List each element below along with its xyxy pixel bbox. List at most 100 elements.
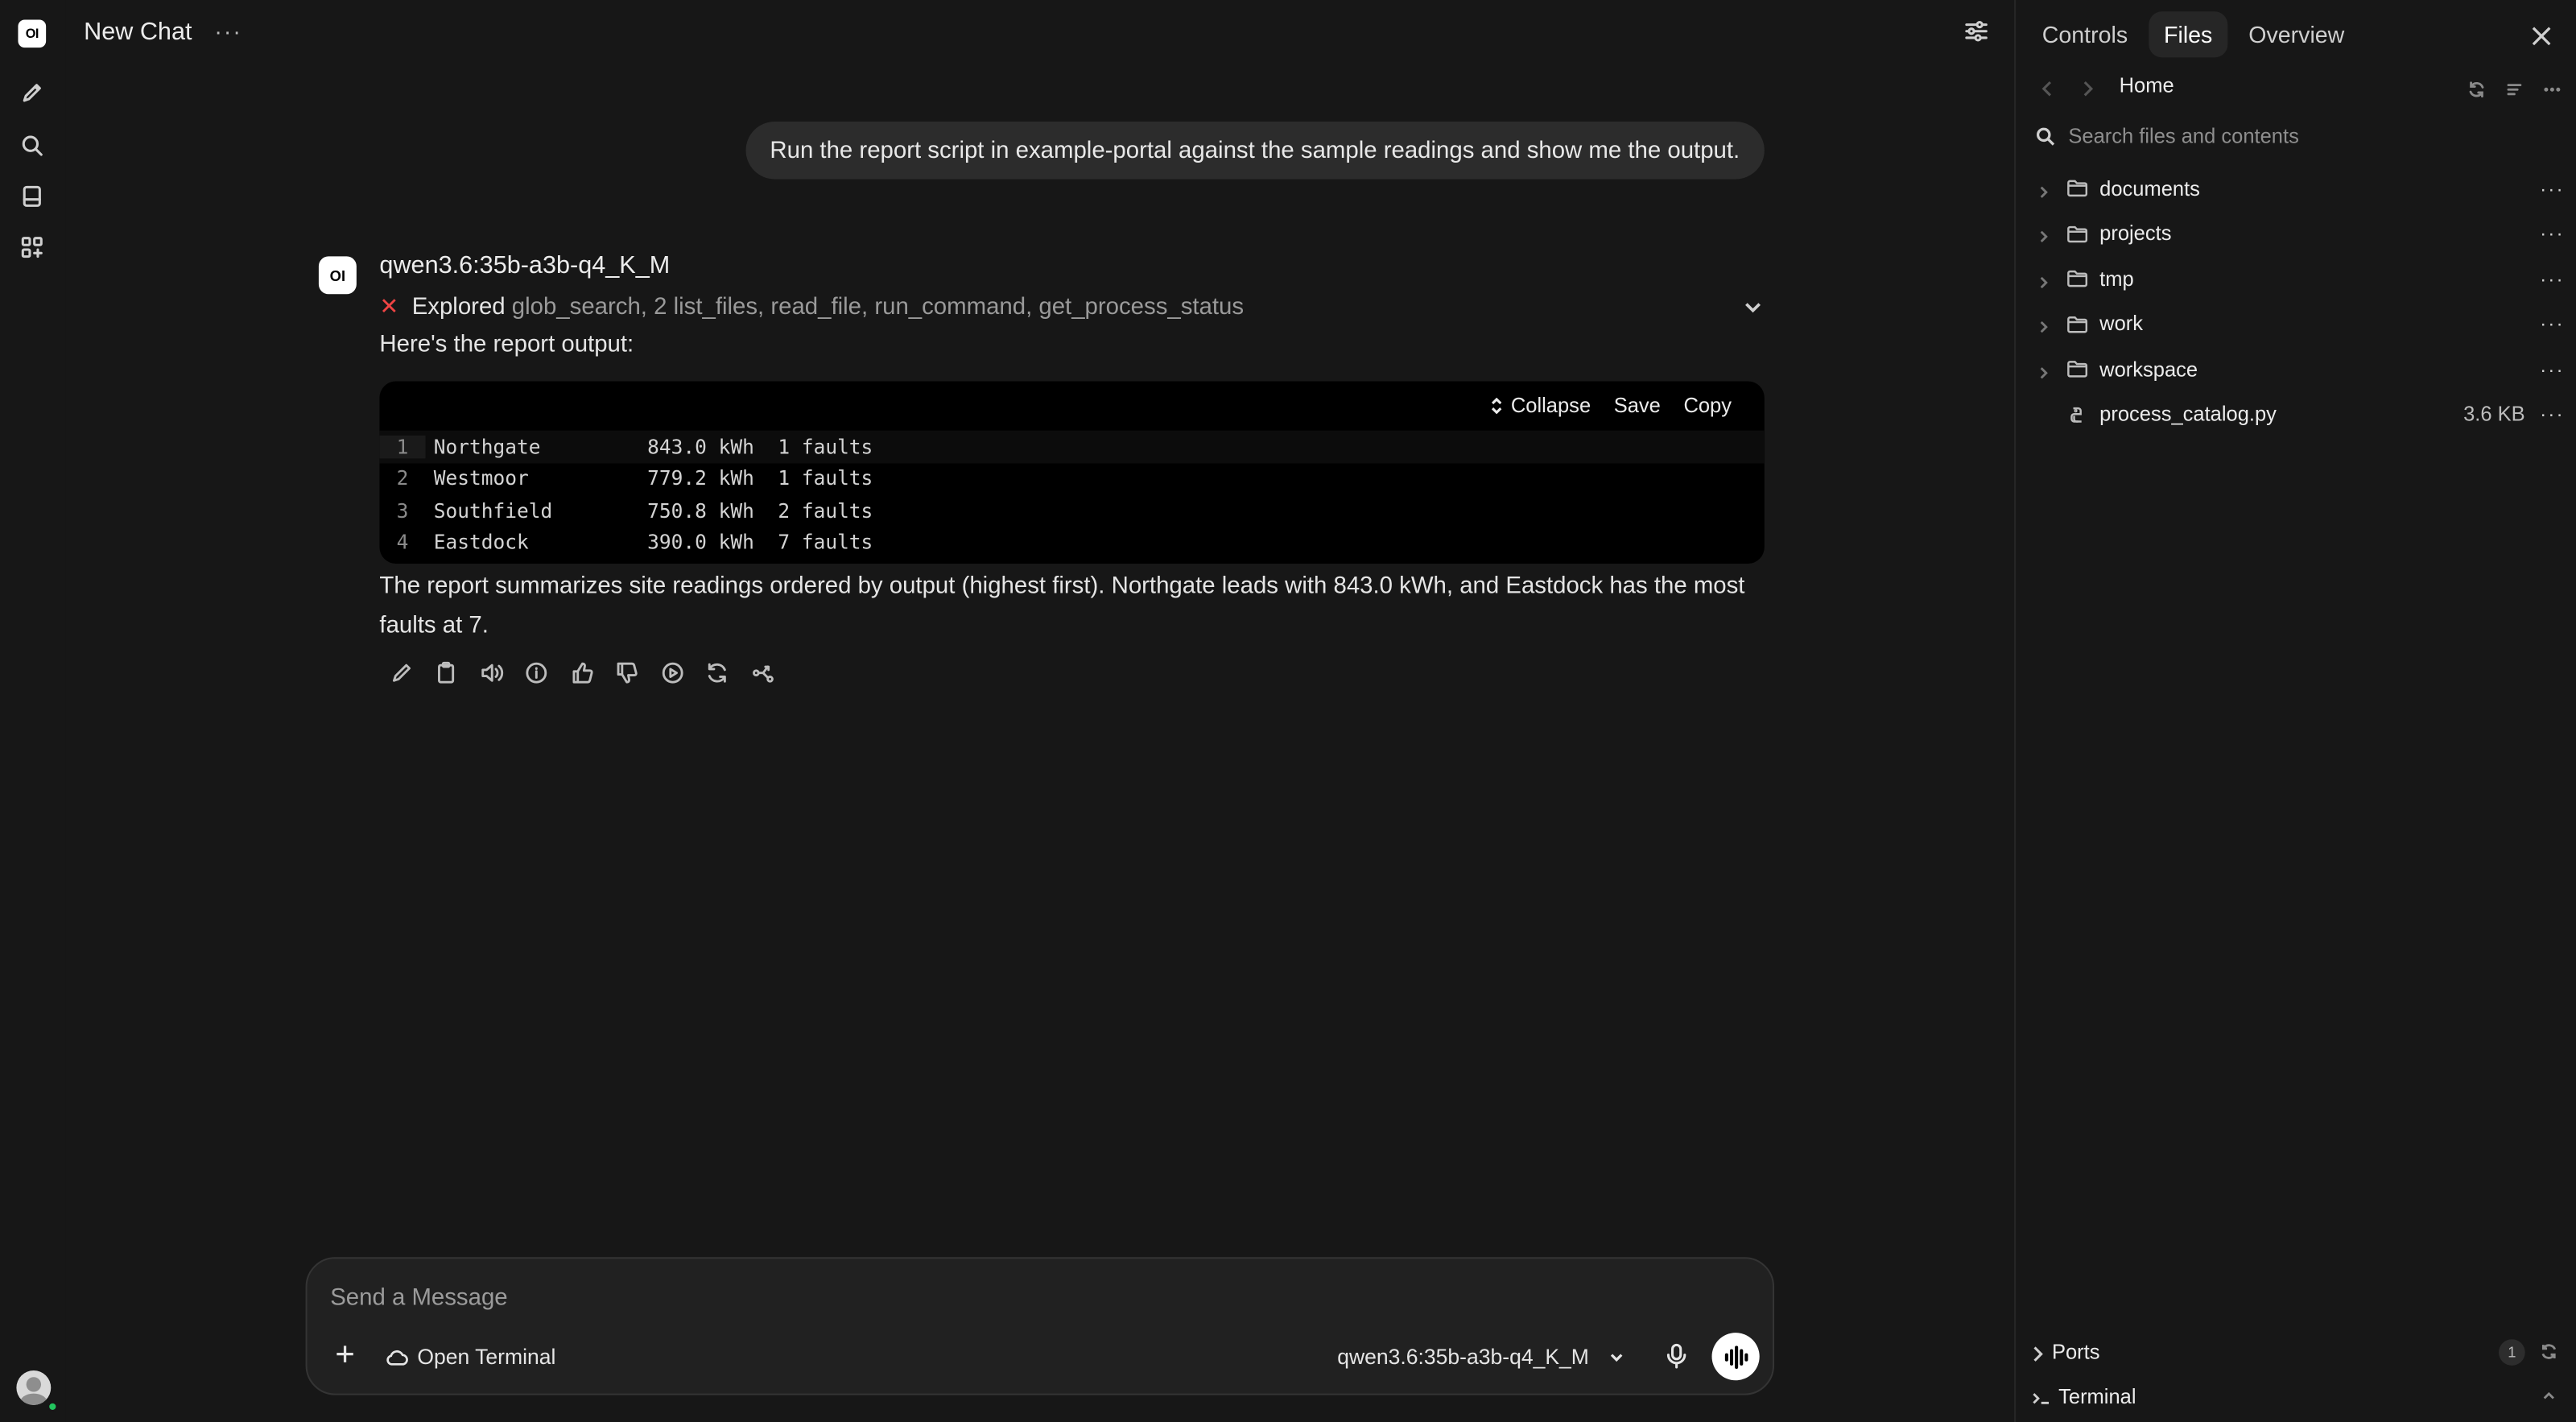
info-icon[interactable] [523, 659, 550, 685]
code-output-block: Collapse Save Copy 1 Northgate 843.0 kWh … [379, 381, 1765, 564]
chevron-down-icon [1611, 1353, 1623, 1362]
message-composer: Send a Message Open Terminal qwen3.6:35b… [305, 1257, 1775, 1395]
user-message: Run the report script in example-portal … [745, 122, 1765, 180]
open-terminal-label: Open Terminal [417, 1344, 556, 1369]
close-icon[interactable] [2532, 25, 2555, 48]
file-item[interactable]: process_catalog.py 3.6 KB ··· [2016, 392, 2576, 437]
message-actions [388, 659, 776, 685]
code-text: Northgate 843.0 kWh 1 faults [433, 435, 873, 458]
chevron-down-icon[interactable] [1741, 296, 1768, 322]
ellipsis-icon[interactable]: ··· [2540, 222, 2565, 246]
file-search-input[interactable]: Search files and contents [2036, 125, 2299, 148]
ports-count-badge: 1 [2499, 1339, 2525, 1366]
workspace-icon[interactable] [18, 234, 46, 262]
folder-item[interactable]: tmp ··· [2016, 256, 2576, 301]
cloud-icon [386, 1349, 408, 1365]
panel-tabs: Controls Files Overview [2027, 11, 2359, 58]
explored-label: Explored [411, 293, 506, 320]
waveform-icon [1724, 1345, 1748, 1368]
search-icon [2036, 127, 2055, 146]
chevron-up-icon[interactable] [2540, 1387, 2559, 1406]
chat-title[interactable]: New Chat [84, 18, 192, 46]
chevron-right-icon[interactable] [2039, 361, 2052, 378]
model-selector[interactable]: qwen3.6:35b-a3b-q4_K_M [1337, 1344, 1625, 1369]
save-button[interactable]: Save [1614, 395, 1661, 418]
folder-item[interactable]: projects ··· [2016, 211, 2576, 256]
chevron-right-icon[interactable] [2039, 180, 2052, 198]
chevron-right-icon[interactable] [2039, 316, 2052, 333]
tab-controls[interactable]: Controls [2027, 11, 2142, 57]
folder-icon [2066, 225, 2088, 242]
message-input[interactable]: Send a Message [330, 1285, 507, 1312]
thumbs-up-icon[interactable] [568, 659, 595, 685]
new-chat-icon[interactable] [18, 79, 46, 107]
line-number: 1 [379, 435, 426, 458]
folder-item[interactable]: work ··· [2016, 301, 2576, 346]
file-tree: documents ··· projects ··· tmp ··· work ··· work… [2016, 166, 2576, 437]
failed-icon: ✕ [379, 292, 399, 319]
sort-icon[interactable] [2505, 77, 2524, 97]
code-line: 3 Southfield 750.8 kWh 2 faults [379, 494, 1764, 527]
terminal-section[interactable]: Terminal [2016, 1379, 2576, 1418]
folder-icon [2066, 360, 2088, 378]
file-search-placeholder: Search files and contents [2068, 125, 2299, 148]
left-rail: OI [0, 0, 66, 1422]
ports-label: Ports [2051, 1341, 2100, 1364]
more-icon[interactable] [2543, 77, 2562, 97]
code-text: Eastdock 390.0 kWh 7 faults [433, 531, 873, 555]
user-avatar[interactable] [16, 1370, 52, 1405]
back-icon[interactable] [2041, 76, 2057, 97]
tab-files[interactable]: Files [2149, 11, 2227, 58]
terminal-label: Terminal [2058, 1385, 2136, 1408]
file-name: workspace [2099, 358, 2198, 381]
voice-mode-button[interactable] [1711, 1333, 1760, 1381]
forward-icon[interactable] [2082, 76, 2098, 97]
ellipsis-icon[interactable]: ··· [2540, 267, 2565, 291]
regenerate-icon[interactable] [704, 659, 730, 685]
thumbs-down-icon[interactable] [613, 659, 640, 685]
assistant-intro: Here's the report output: [379, 332, 634, 358]
ellipsis-icon[interactable]: ··· [2540, 403, 2565, 427]
sliders-icon[interactable] [1963, 18, 1993, 48]
model-selector-label: qwen3.6:35b-a3b-q4_K_M [1337, 1344, 1589, 1369]
branch-icon[interactable] [749, 659, 776, 685]
copy-icon[interactable] [433, 659, 460, 685]
edit-icon[interactable] [388, 659, 415, 685]
continue-icon[interactable] [658, 659, 685, 685]
assistant-model-name: qwen3.6:35b-a3b-q4_K_M [379, 251, 671, 279]
open-terminal-button[interactable]: Open Terminal [385, 1344, 556, 1369]
search-icon[interactable] [18, 131, 46, 159]
copy-button[interactable]: Copy [1683, 395, 1732, 418]
folder-item[interactable]: documents ··· [2016, 166, 2576, 211]
tab-overview[interactable]: Overview [2234, 11, 2359, 57]
ellipsis-icon[interactable]: ··· [213, 16, 243, 46]
microphone-icon[interactable] [1664, 1342, 1690, 1369]
app-logo[interactable]: OI [18, 19, 47, 48]
tool-summary[interactable]: ✕ Explored glob_search, 2 list_files, re… [379, 292, 1244, 320]
files-navbar: Home [2016, 71, 2576, 104]
refresh-icon[interactable] [2540, 1342, 2559, 1362]
ellipsis-icon[interactable]: ··· [2540, 312, 2565, 336]
online-status-dot [47, 1401, 58, 1412]
folder-icon [2066, 270, 2088, 287]
ports-section[interactable]: Ports 1 [2016, 1334, 2576, 1374]
python-file-icon [2066, 406, 2088, 424]
line-number: 4 [396, 531, 409, 555]
chevron-right-icon[interactable] [2039, 271, 2052, 288]
code-text: Southfield 750.8 kWh 2 faults [433, 498, 873, 523]
folder-icon [2066, 180, 2088, 197]
folder-item[interactable]: workspace ··· [2016, 347, 2576, 392]
file-size: 3.6 KB [2463, 403, 2525, 427]
collapse-button[interactable]: Collapse [1489, 395, 1591, 417]
app-window: OI New Chat ··· Run the report script in… [0, 0, 2576, 1422]
breadcrumb[interactable]: Home [2120, 74, 2174, 97]
notes-icon[interactable] [18, 183, 46, 211]
read-aloud-icon[interactable] [478, 659, 505, 685]
terminal-icon [2032, 1388, 2055, 1408]
chevron-right-icon[interactable] [2039, 225, 2052, 243]
add-attachment-button[interactable] [333, 1342, 357, 1366]
refresh-icon[interactable] [2467, 77, 2487, 98]
ellipsis-icon[interactable]: ··· [2540, 358, 2565, 381]
ellipsis-icon[interactable]: ··· [2540, 177, 2565, 200]
file-name: projects [2099, 222, 2172, 246]
